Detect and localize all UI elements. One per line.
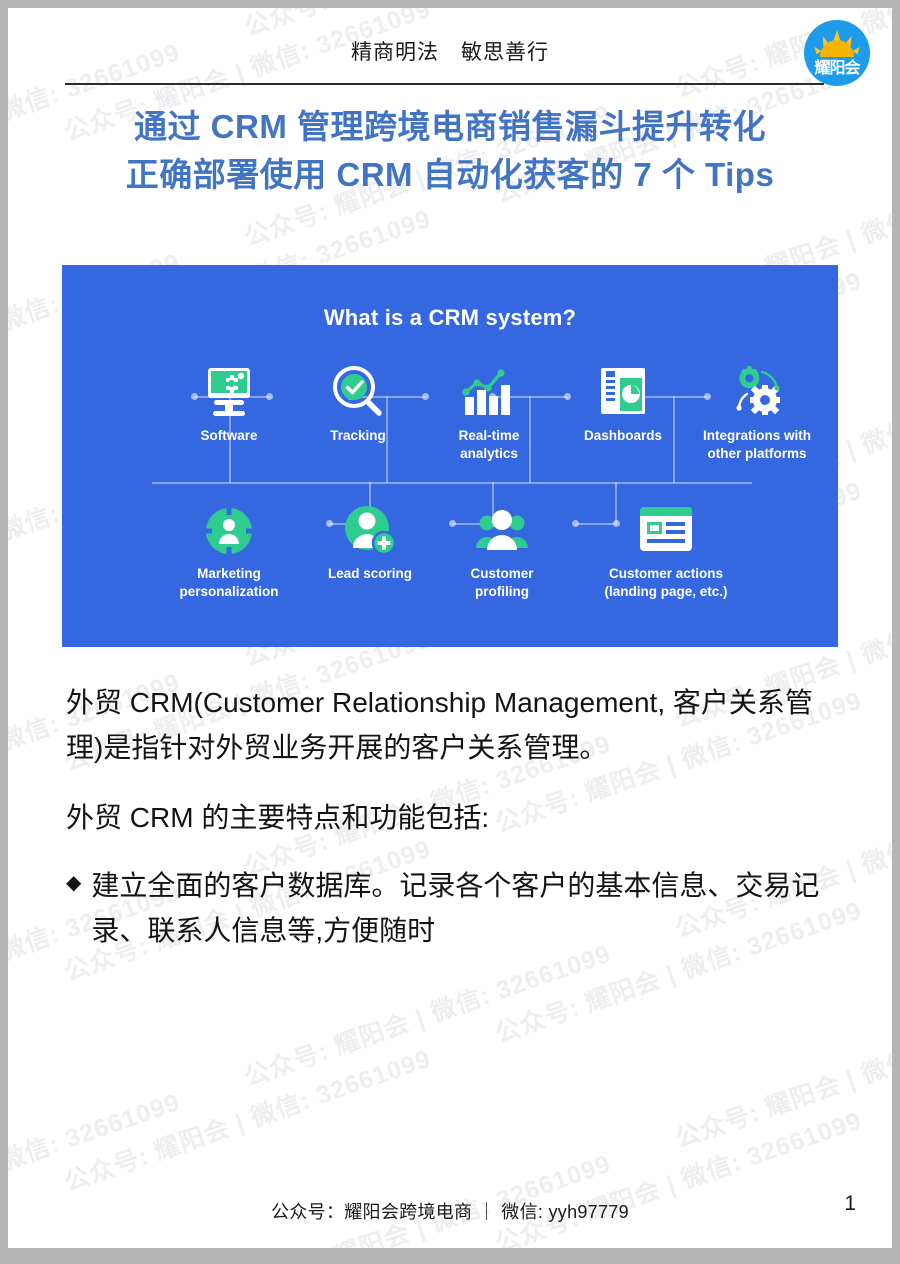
title-line-2: 正确部署使用 CRM 自动化获客的 7 个 Tips [125, 155, 775, 193]
monitor-gear-icon [165, 365, 293, 421]
person-plus-icon [295, 503, 445, 559]
node-label: Tracking [330, 428, 386, 443]
node-dashboards: Dashboards [559, 365, 687, 445]
node-label: Software [200, 428, 258, 443]
gears-icon [682, 365, 832, 421]
connector-bus [152, 482, 752, 484]
bullet-list-item: ◆ 建立全面的客户数据库。记录各个客户的基本信息、交易记录、联系人信息等,方便随… [66, 864, 850, 954]
node-customer-actions: Customer actions (landing page, etc.) [570, 503, 762, 601]
node-label: Dashboards [583, 428, 663, 443]
node-tracking: Tracking [294, 365, 422, 445]
bar-chart-line-icon [425, 365, 553, 421]
target-person-icon [145, 503, 313, 559]
node-label-line2: personalization [179, 584, 279, 600]
page-title: 通过 CRM 管理跨境电商销售漏斗提升转化 正确部署使用 CRM 自动化获客的 … [38, 103, 862, 199]
title-line-1: 通过 CRM 管理跨境电商销售漏斗提升转化 [134, 108, 766, 145]
node-label-line1: Integrations with [703, 428, 811, 443]
header-slogan: 精商明法 敏思善行 [351, 41, 549, 64]
infographic-title: What is a CRM system? [323, 305, 577, 330]
body-paragraph-1: 外贸 CRM(Customer Relationship Management,… [66, 687, 813, 764]
document-page: 公众号: 耀阳会 | 微信: 32661099公众号: 耀阳会 | 微信: 32… [8, 8, 892, 1248]
crm-infographic: What is a CRM system? Software Tracking … [62, 265, 838, 647]
page-footer: 公众号：耀阳会跨境电商 ｜ 微信: yyh97779 1 [8, 1192, 892, 1224]
brand-logo: 耀阳会 [804, 20, 870, 86]
magnifier-check-icon [294, 365, 422, 421]
node-label-line1: Marketing [197, 566, 261, 581]
node-label-line1: Real-time [458, 428, 520, 443]
bullet-marker-icon: ◆ [66, 872, 82, 895]
bullet-text: 建立全面的客户数据库。记录各个客户的基本信息、交易记录、联系人信息等,方便随时 [91, 870, 820, 946]
node-realtime-analytics: Real-time analytics [425, 365, 553, 463]
body-paragraph-2: 外贸 CRM 的主要特点和功能包括: [66, 801, 490, 833]
document-body: 外贸 CRM(Customer Relationship Management,… [66, 680, 850, 954]
node-lead-scoring: Lead scoring [295, 503, 445, 583]
header-divider [65, 83, 824, 85]
node-label-line2: (landing page, etc.) [604, 584, 728, 600]
node-software: Software [165, 365, 293, 445]
node-marketing-personalization: Marketing personalization [145, 503, 313, 601]
node-label-line1: Lead scoring [327, 566, 413, 581]
page-number: 1 [844, 1192, 856, 1215]
node-label-line2: profiling [475, 584, 529, 600]
node-label-line1: Customer [470, 566, 534, 581]
page-header: 精商明法 敏思善行 耀阳会 [8, 8, 892, 92]
node-customer-profiling: Customer profiling [432, 503, 572, 601]
people-group-icon [432, 503, 572, 559]
dashboard-pie-icon [559, 365, 687, 421]
landing-page-icon [570, 503, 762, 559]
logo-label: 耀阳会 [814, 60, 860, 77]
node-label-line1: Customer actions [608, 566, 724, 581]
node-label-line2: analytics [460, 446, 518, 462]
node-label-line2: other platforms [707, 446, 807, 462]
node-integrations: Integrations with other platforms [682, 365, 832, 463]
footer-contact: 公众号：耀阳会跨境电商 ｜ 微信: yyh97779 [271, 1202, 629, 1222]
